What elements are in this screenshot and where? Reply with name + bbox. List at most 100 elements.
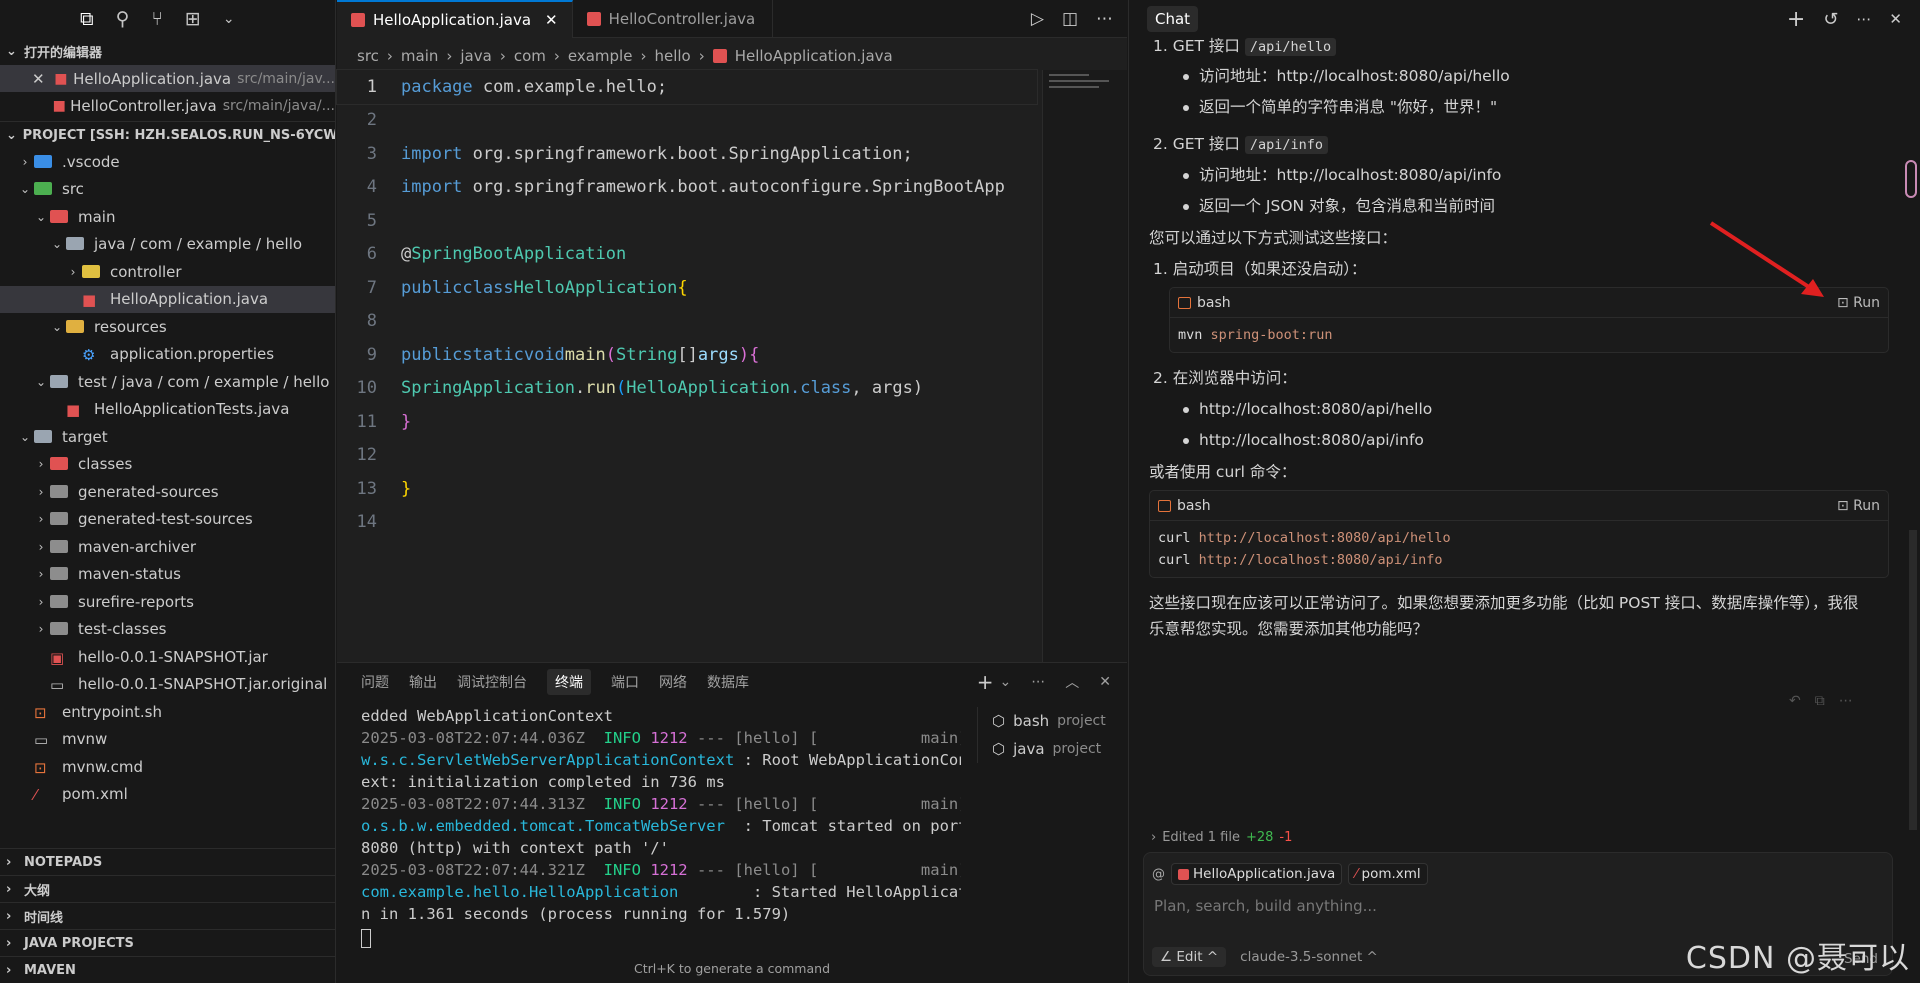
context-file-chip[interactable]: ⁄ pom.xml bbox=[1348, 863, 1428, 885]
tree-item[interactable]: › generated-sources bbox=[0, 478, 335, 506]
split-editor-icon[interactable]: ◫ bbox=[1062, 9, 1078, 29]
undo-icon[interactable]: ↶ bbox=[1789, 693, 1801, 709]
chevron-right-icon[interactable]: › bbox=[32, 567, 50, 581]
tree-item[interactable]: › maven-archiver bbox=[0, 533, 335, 561]
tree-item[interactable]: ⚙ application.properties bbox=[0, 341, 335, 369]
chevron-right-icon[interactable]: › bbox=[32, 512, 50, 526]
scroll-handle[interactable] bbox=[1905, 160, 1917, 198]
more-icon[interactable]: ⋯ bbox=[1031, 674, 1045, 690]
chevron-right-icon[interactable]: › bbox=[64, 265, 82, 279]
search-icon[interactable]: ⚲ bbox=[116, 8, 130, 30]
chevron-down-icon[interactable]: ⌄ bbox=[16, 182, 34, 196]
chevron-down-icon[interactable]: ⌄ bbox=[32, 210, 50, 224]
chat-scrollbar[interactable] bbox=[1909, 530, 1917, 830]
tree-item[interactable]: ⊡ entrypoint.sh bbox=[0, 698, 335, 726]
source-control-icon[interactable]: ⑂ bbox=[152, 8, 163, 30]
at-mention-icon[interactable]: @ bbox=[1152, 867, 1165, 882]
close-icon[interactable]: ✕ bbox=[1889, 10, 1902, 28]
breadcrumb-item[interactable]: java bbox=[460, 47, 491, 65]
tree-item[interactable]: › generated-test-sources bbox=[0, 506, 335, 534]
chevron-down-icon[interactable]: ⌄ bbox=[1000, 674, 1012, 690]
tree-item[interactable]: ▭ hello-0.0.1-SNAPSHOT.jar.original bbox=[0, 671, 335, 699]
breadcrumb-item[interactable]: com bbox=[514, 47, 546, 65]
edited-summary[interactable]: › Edited 1 file +28 -1 bbox=[1143, 826, 1893, 848]
close-icon[interactable]: ✕ bbox=[545, 11, 558, 29]
close-icon[interactable]: ✕ bbox=[32, 70, 45, 88]
code-area[interactable]: 1 package com.example.hello; 2 3 import or… bbox=[336, 69, 1038, 539]
tree-item[interactable]: ⌄ resources bbox=[0, 313, 335, 341]
tree-item[interactable]: ⌄ src bbox=[0, 176, 335, 204]
more-icon[interactable]: ⋯ bbox=[1856, 10, 1871, 28]
explorer-icon[interactable]: ⧉ bbox=[80, 8, 94, 30]
tree-item[interactable]: ⌄ target bbox=[0, 423, 335, 451]
tree-item[interactable]: › maven-status bbox=[0, 561, 335, 589]
tree-item[interactable]: ⁄ pom.xml bbox=[0, 781, 335, 809]
tab-problems[interactable]: 问题 bbox=[361, 672, 389, 692]
breadcrumb-item[interactable]: hello bbox=[654, 47, 690, 65]
tree-item[interactable]: › .vscode bbox=[0, 148, 335, 176]
extensions-icon[interactable]: ⊞ bbox=[185, 8, 201, 30]
open-editors-header[interactable]: ⌄ 打开的编辑器 bbox=[0, 38, 335, 65]
tree-item[interactable]: ▭ mvnw bbox=[0, 726, 335, 754]
new-chat-icon[interactable]: + bbox=[1787, 7, 1805, 32]
chevron-right-icon[interactable]: › bbox=[16, 155, 34, 169]
breadcrumb-item[interactable]: example bbox=[568, 47, 633, 65]
breadcrumb-item[interactable]: HelloApplication.java bbox=[735, 47, 893, 65]
run-icon[interactable]: ▷ bbox=[1031, 9, 1044, 29]
tab-output[interactable]: 输出 bbox=[409, 672, 437, 692]
chevron-down-icon[interactable]: ⌄ bbox=[48, 320, 66, 334]
breadcrumb-item[interactable]: main bbox=[401, 47, 438, 65]
chevron-right-icon[interactable]: › bbox=[32, 540, 50, 554]
tree-item[interactable]: › controller bbox=[0, 258, 335, 286]
tree-item[interactable]: › classes bbox=[0, 451, 335, 479]
section-java-projects[interactable]: › JAVA PROJECTS bbox=[0, 929, 335, 956]
tab-chat[interactable]: Chat bbox=[1147, 6, 1199, 32]
tree-item[interactable]: ⌄ main bbox=[0, 203, 335, 231]
minimap[interactable] bbox=[1042, 70, 1127, 662]
section-timeline[interactable]: › 时间线 bbox=[0, 902, 335, 929]
chevron-right-icon[interactable]: › bbox=[32, 595, 50, 609]
tab-hello-application[interactable]: HelloApplication.java ✕ bbox=[337, 0, 573, 38]
tree-item[interactable]: › test-classes bbox=[0, 616, 335, 644]
tab-network[interactable]: 网络 bbox=[659, 672, 687, 692]
open-editor-item[interactable]: ✕ ■ HelloApplication.java src/main/jav..… bbox=[0, 65, 335, 92]
more-icon[interactable]: ⋯ bbox=[1839, 693, 1853, 709]
tab-terminal[interactable]: 终端 bbox=[547, 669, 591, 695]
project-header[interactable]: ⌄ PROJECT [SSH: HZH.SEALOS.RUN_NS-6YCWS.… bbox=[0, 121, 335, 148]
context-file-chip[interactable]: HelloApplication.java bbox=[1171, 863, 1343, 885]
tree-item[interactable]: ⊡ mvnw.cmd bbox=[0, 753, 335, 781]
section-maven[interactable]: › MAVEN bbox=[0, 956, 335, 983]
chat-input[interactable]: Plan, search, build anything... bbox=[1144, 885, 1892, 915]
tree-item[interactable]: ⌄ test / java / com / example / hello bbox=[0, 368, 335, 396]
tab-hello-controller[interactable]: HelloController.java bbox=[573, 0, 773, 38]
tree-item[interactable]: ▣ hello-0.0.1-SNAPSHOT.jar bbox=[0, 643, 335, 671]
model-select[interactable]: claude-3.5-sonnet ^ bbox=[1240, 949, 1378, 965]
run-button[interactable]: ⊡ Run bbox=[1837, 498, 1880, 514]
tree-item[interactable]: › surefire-reports bbox=[0, 588, 335, 616]
close-icon[interactable]: ✕ bbox=[1099, 674, 1127, 690]
chevron-right-icon[interactable]: › bbox=[32, 622, 50, 636]
copy-icon[interactable]: ⧉ bbox=[1815, 693, 1825, 709]
tab-debug-console[interactable]: 调试控制台 bbox=[457, 672, 527, 692]
run-button[interactable]: ⊡ Run bbox=[1837, 295, 1880, 311]
history-icon[interactable]: ↺ bbox=[1823, 9, 1838, 30]
mode-select[interactable]: ∠ Edit ^ bbox=[1152, 947, 1227, 967]
chevron-right-icon[interactable]: › bbox=[32, 485, 50, 499]
terminal-item[interactable]: ⬡ java project bbox=[992, 735, 1127, 763]
chevron-down-icon[interactable]: ⌄ bbox=[32, 375, 50, 389]
section-outline[interactable]: › 大纲 bbox=[0, 875, 335, 902]
tree-item[interactable]: ■ HelloApplicationTests.java bbox=[0, 396, 335, 424]
chevron-down-icon[interactable]: ⌄ bbox=[48, 237, 66, 251]
tree-item[interactable]: ■ HelloApplication.java bbox=[0, 285, 335, 313]
chevron-down-icon[interactable]: ⌄ bbox=[223, 11, 235, 27]
tab-ports[interactable]: 端口 bbox=[611, 672, 639, 692]
terminal-output[interactable]: edded WebApplicationContext 2025-03-08T22… bbox=[361, 707, 961, 927]
tab-database[interactable]: 数据库 bbox=[707, 672, 749, 692]
open-editor-item[interactable]: ■ HelloController.java src/main/java/... bbox=[0, 92, 335, 119]
maximize-icon[interactable]: ︿ bbox=[1065, 672, 1079, 692]
add-terminal-icon[interactable]: + bbox=[977, 670, 994, 694]
terminal-item[interactable]: ⬡ bash project bbox=[992, 707, 1127, 735]
chevron-down-icon[interactable]: ⌄ bbox=[16, 430, 34, 444]
chevron-right-icon[interactable]: › bbox=[32, 457, 50, 471]
tree-item[interactable]: ⌄ java / com / example / hello bbox=[0, 231, 335, 259]
